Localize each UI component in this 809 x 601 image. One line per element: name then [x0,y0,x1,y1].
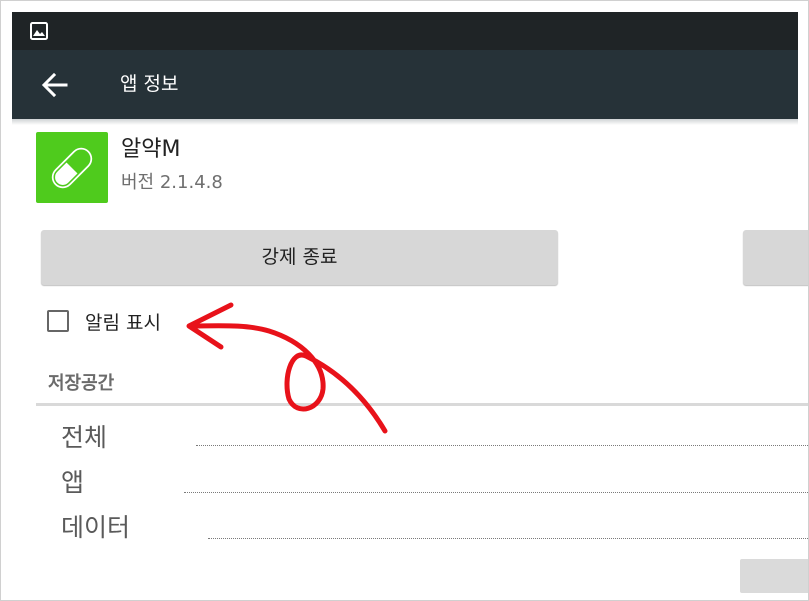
force-stop-button[interactable]: 강제 종료 [41,230,558,285]
dotted-leader [208,538,808,539]
page-title: 앱 정보 [120,73,179,95]
storage-row-data-label: 데이터 [61,513,131,542]
section-divider [36,403,808,406]
app-info-screen: 앱 정보 알약M 버전 2.1.4.8 강제 종료 알림 표시 저장공간 전체 … [0,0,809,601]
storage-header: 저장공간 [48,373,115,394]
app-name: 알약M [121,137,181,162]
app-bar-shadow [12,119,798,125]
app-bar: 앱 정보 [12,50,798,119]
dotted-leader [184,492,808,493]
back-arrow-icon[interactable] [40,70,70,100]
secondary-button[interactable] [743,230,808,285]
partial-button[interactable] [740,559,808,593]
storage-row-app-label: 앱 [61,468,85,497]
notification-checkbox[interactable] [47,310,69,332]
app-version: 버전 2.1.4.8 [121,172,223,193]
status-bar [12,12,798,50]
notification-label[interactable]: 알림 표시 [85,309,161,337]
pill-icon [36,132,108,203]
storage-row-total-label: 전체 [61,423,108,452]
image-icon [30,22,48,44]
dotted-leader [196,445,808,446]
